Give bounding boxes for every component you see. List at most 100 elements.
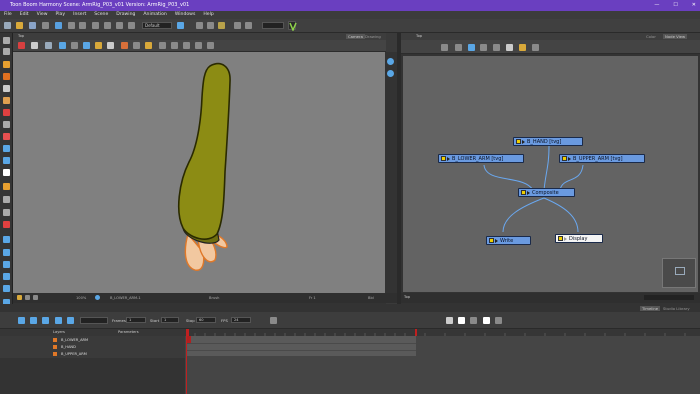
polyline-tool-icon[interactable] xyxy=(3,169,10,176)
add-key-icon[interactable] xyxy=(458,317,465,324)
key-icon[interactable] xyxy=(446,317,453,324)
maximize-button[interactable]: ☐ xyxy=(673,0,677,11)
snap-icon[interactable] xyxy=(59,42,66,49)
previous-frame-icon[interactable] xyxy=(30,317,37,324)
menu-file[interactable]: File xyxy=(4,11,12,19)
cutter-tool-icon[interactable] xyxy=(3,196,10,203)
turn-table-icon[interactable] xyxy=(245,22,252,29)
camera-viewport[interactable] xyxy=(13,52,385,293)
undo-icon[interactable] xyxy=(68,22,75,29)
flip-v-icon[interactable] xyxy=(195,42,202,49)
show-icon[interactable] xyxy=(107,42,114,49)
settings-icon[interactable] xyxy=(31,42,38,49)
hand-tool-icon[interactable] xyxy=(3,285,10,292)
node-zoom-slider[interactable] xyxy=(644,295,694,300)
grid-icon[interactable] xyxy=(196,22,203,29)
node-navigator-icon[interactable] xyxy=(532,44,539,51)
pen-icon[interactable] xyxy=(121,42,128,49)
mirror-icon[interactable] xyxy=(234,22,241,29)
tab-studio-library[interactable]: Studio Library xyxy=(663,306,690,311)
ellipse-tool-icon[interactable] xyxy=(3,157,10,164)
deformation-tool-icon[interactable] xyxy=(3,261,10,268)
node-canvas[interactable]: B_HAND [tvg] B_LOWER_ARM [tvg] B_UPPER_A… xyxy=(403,56,698,292)
workspace-save-icon[interactable] xyxy=(177,22,184,29)
open-scene-icon[interactable] xyxy=(16,22,23,29)
motion-key-icon[interactable] xyxy=(495,317,502,324)
node-navigator[interactable] xyxy=(662,258,696,288)
frames-field[interactable]: 1 xyxy=(126,317,146,323)
pencil-tool-icon[interactable] xyxy=(3,73,10,80)
light-table-icon[interactable] xyxy=(218,22,225,29)
node-b-upper-arm[interactable]: B_UPPER_ARM [tvg] xyxy=(559,154,645,163)
flip-h-icon[interactable] xyxy=(183,42,190,49)
timeline-ruler[interactable] xyxy=(185,329,700,336)
transform-tool-icon[interactable] xyxy=(3,183,10,190)
bone-tool-icon[interactable] xyxy=(3,249,10,256)
reset-view-icon[interactable] xyxy=(387,58,394,65)
copy-icon[interactable] xyxy=(104,22,111,29)
light-status-icon[interactable] xyxy=(17,295,22,300)
node-cutter-icon[interactable] xyxy=(493,44,500,51)
layer-row[interactable]: B_HAND xyxy=(13,344,183,350)
save-all-icon[interactable] xyxy=(42,22,49,29)
node-write-icon[interactable] xyxy=(519,44,526,51)
layer-row[interactable]: B_UPPER_ARM xyxy=(13,351,183,357)
paste-pose-icon[interactable] xyxy=(171,42,178,49)
paste-icon[interactable] xyxy=(116,22,123,29)
next-frame-icon[interactable] xyxy=(55,317,62,324)
node-composite-icon[interactable] xyxy=(480,44,487,51)
first-frame-icon[interactable] xyxy=(18,317,25,324)
text-tool-icon[interactable] xyxy=(3,85,10,92)
menu-animation[interactable]: Animation xyxy=(143,11,166,19)
redo-icon[interactable] xyxy=(79,22,86,29)
node-write[interactable]: Write xyxy=(486,236,531,245)
play-icon[interactable] xyxy=(42,317,49,324)
node-composite[interactable]: Composite xyxy=(518,188,575,197)
zoom-level[interactable]: 100% xyxy=(76,293,86,303)
playback-speed-slider[interactable] xyxy=(80,317,108,324)
rectangle-tool-icon[interactable] xyxy=(3,145,10,152)
onion-skin-icon[interactable] xyxy=(207,22,214,29)
select-tool-icon[interactable] xyxy=(3,37,10,44)
dropper-tool-icon[interactable] xyxy=(3,121,10,128)
contour-editor-icon[interactable] xyxy=(3,48,10,55)
stop-field[interactable]: 60 xyxy=(196,317,216,323)
menu-windows[interactable]: Windows xyxy=(175,11,196,19)
new-scene-icon[interactable] xyxy=(4,22,11,29)
menu-edit[interactable]: Edit xyxy=(20,11,29,19)
layer-row[interactable]: B_LOWER_ARM xyxy=(13,337,183,343)
stroke-tool-icon[interactable] xyxy=(3,209,10,216)
light-icon[interactable] xyxy=(145,42,152,49)
playhead-line[interactable] xyxy=(186,329,187,394)
reset-icon[interactable] xyxy=(207,42,214,49)
last-frame-icon[interactable] xyxy=(67,317,74,324)
minimize-button[interactable]: — xyxy=(654,0,659,11)
timeline-frame-cells[interactable] xyxy=(187,336,416,356)
arm-drawing[interactable] xyxy=(13,52,385,293)
align-icon[interactable] xyxy=(71,42,78,49)
animate-mode-icon[interactable] xyxy=(18,42,25,49)
node-b-hand[interactable]: B_HAND [tvg] xyxy=(513,137,583,146)
lock-icon[interactable] xyxy=(95,42,102,49)
import-icon[interactable] xyxy=(55,22,62,29)
cut-icon[interactable] xyxy=(92,22,99,29)
save-icon[interactable] xyxy=(29,22,36,29)
tab-camera[interactable]: Camera xyxy=(346,34,365,39)
start-field[interactable]: 1 xyxy=(161,317,179,323)
keyframe-cell[interactable] xyxy=(187,336,191,343)
menu-insert[interactable]: Insert xyxy=(73,11,86,19)
line-tool-icon[interactable] xyxy=(3,133,10,140)
brush-tool-icon[interactable] xyxy=(3,61,10,68)
node-group-icon[interactable] xyxy=(468,44,475,51)
menu-drawing[interactable]: Drawing xyxy=(116,11,135,19)
onion-skin-toggle-icon[interactable] xyxy=(270,317,277,324)
delete-icon[interactable] xyxy=(128,22,135,29)
workspace-select[interactable]: Default xyxy=(142,22,172,29)
menu-play[interactable]: Play xyxy=(56,11,66,19)
navigator-viewport[interactable] xyxy=(675,267,685,275)
node-display[interactable]: Display xyxy=(555,234,603,243)
paint-tool-icon[interactable] xyxy=(3,109,10,116)
copy-pose-icon[interactable] xyxy=(159,42,166,49)
node-peg-icon[interactable] xyxy=(455,44,462,51)
remove-key-icon[interactable] xyxy=(470,317,477,324)
